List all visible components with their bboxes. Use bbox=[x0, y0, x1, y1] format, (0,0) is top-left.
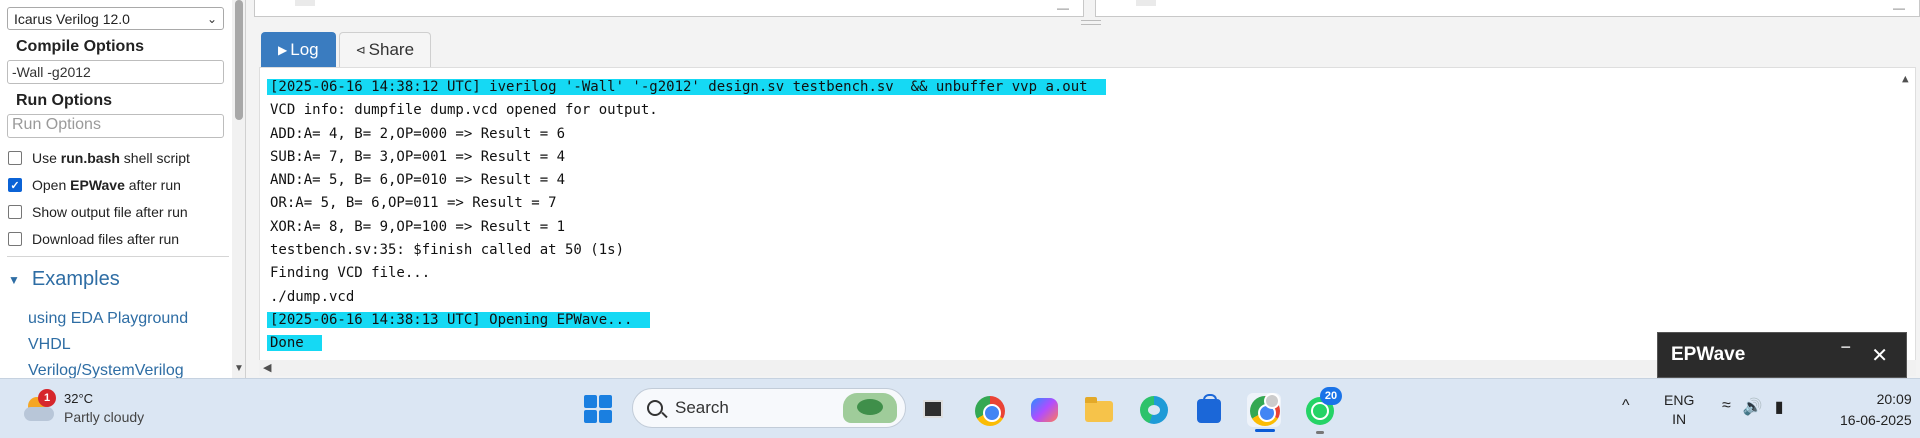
weather-partly-cloudy-icon: 1 bbox=[22, 389, 56, 425]
chrome-profile-icon[interactable] bbox=[1247, 393, 1281, 427]
log-scrollbar[interactable]: ▲ bbox=[1898, 68, 1915, 362]
sidebar-divider bbox=[7, 256, 229, 257]
log-output[interactable]: [2025-06-16 14:38:12 UTC] iverilog '-Wal… bbox=[259, 67, 1916, 363]
close-icon[interactable]: ✕ bbox=[1871, 343, 1888, 368]
example-link-eda-playground[interactable]: using EDA Playground bbox=[28, 310, 188, 328]
compile-options-input[interactable]: -Wall -g2012 bbox=[7, 60, 224, 84]
checkbox-open-epwave[interactable]: ✓ Open EPWave after run bbox=[8, 177, 181, 193]
log-line: ./dump.vcd bbox=[270, 288, 355, 305]
windows-start-icon[interactable] bbox=[584, 395, 614, 425]
show-hidden-icons-chevron-icon[interactable]: ^ bbox=[1622, 397, 1630, 415]
microsoft-store-icon[interactable] bbox=[1192, 393, 1226, 427]
log-line: ADD:A= 4, B= 2,OP=000 => Result = 6 bbox=[270, 125, 566, 142]
whatsapp-badge: 20 bbox=[1320, 387, 1342, 405]
editor-tab-stub bbox=[295, 0, 315, 6]
battery-icon[interactable]: ▮ bbox=[1775, 397, 1784, 417]
search-icon bbox=[647, 400, 663, 416]
run-options-input[interactable]: Run Options bbox=[7, 114, 224, 138]
minimize-icon[interactable]: − bbox=[1840, 337, 1851, 358]
log-line: [2025-06-16 14:38:12 UTC] iverilog '-Wal… bbox=[267, 76, 1915, 99]
examples-toggle[interactable]: ▼ Examples bbox=[8, 268, 120, 291]
volume-icon[interactable]: 🔊 bbox=[1743, 397, 1763, 417]
system-tray[interactable]: ≈ 🔊 ▮ bbox=[1722, 397, 1796, 417]
scroll-left-arrow-icon[interactable]: ◀ bbox=[263, 361, 271, 374]
log-line: XOR:A= 8, B= 9,OP=100 => Result = 1 bbox=[270, 218, 566, 235]
epwave-title: EPWave bbox=[1671, 344, 1746, 365]
running-app-indicator bbox=[1316, 431, 1324, 434]
search-highlight-image bbox=[843, 393, 897, 423]
design-editor-panel[interactable]: — bbox=[254, 0, 1084, 17]
checkbox-label: Show output file after run bbox=[32, 204, 188, 220]
checkbox-label: Use run.bash shell script bbox=[32, 150, 190, 166]
lang-region: IN bbox=[1672, 411, 1687, 427]
weather-widget[interactable]: 1 32°C Partly cloudy bbox=[22, 389, 144, 427]
example-link-verilog[interactable]: Verilog/SystemVerilog bbox=[28, 362, 184, 378]
checkbox-run-bash[interactable]: Use run.bash shell script bbox=[8, 150, 190, 166]
tab-log[interactable]: ▶ Log bbox=[261, 32, 336, 67]
copilot-icon[interactable] bbox=[1027, 393, 1061, 427]
checkbox-box[interactable] bbox=[8, 151, 22, 165]
scroll-down-arrow-icon[interactable]: ▼ bbox=[234, 363, 244, 374]
checkbox-show-output[interactable]: Show output file after run bbox=[8, 204, 188, 220]
clock-time: 20:09 bbox=[1876, 391, 1912, 407]
checkbox-label: Download files after run bbox=[32, 231, 180, 247]
lang-code: ENG bbox=[1664, 392, 1695, 408]
log-line: OR:A= 5, B= 6,OP=011 => Result = 7 bbox=[270, 195, 557, 212]
weather-badge: 1 bbox=[38, 389, 56, 407]
log-line: testbench.sv:35: $finish called at 50 (1… bbox=[270, 242, 625, 259]
left-sidebar: Icarus Verilog 12.0 ⌄ Compile Options -W… bbox=[0, 0, 246, 378]
minimize-icon[interactable]: — bbox=[1057, 1, 1069, 15]
panel-splitter-handle[interactable] bbox=[1081, 20, 1101, 25]
chrome-icon[interactable] bbox=[972, 393, 1006, 427]
screen: Icarus Verilog 12.0 ⌄ Compile Options -W… bbox=[0, 0, 1920, 438]
tab-share-label: Share bbox=[368, 40, 415, 59]
output-tabs: ▶ Log ⊲ Share bbox=[261, 32, 434, 67]
scroll-up-arrow-icon[interactable]: ▲ bbox=[1902, 72, 1909, 85]
windows-taskbar: 1 32°C Partly cloudy Search 20 ^ ENG IN … bbox=[0, 378, 1920, 438]
file-explorer-icon[interactable] bbox=[1082, 393, 1116, 427]
editor-tab-stub bbox=[1136, 0, 1156, 6]
examples-heading: Examples bbox=[31, 268, 120, 290]
checkbox-box[interactable] bbox=[8, 205, 22, 219]
simulator-select-value: Icarus Verilog 12.0 bbox=[14, 10, 130, 27]
wifi-icon[interactable]: ≈ bbox=[1722, 397, 1731, 417]
log-line: SUB:A= 7, B= 3,OP=001 => Result = 4 bbox=[270, 148, 566, 165]
clock-date: 16-06-2025 bbox=[1840, 412, 1912, 428]
tab-log-label: Log bbox=[290, 40, 319, 59]
log-line: Finding VCD file... bbox=[270, 265, 431, 282]
weather-temp: 32°C bbox=[64, 391, 94, 406]
caret-down-icon: ▼ bbox=[8, 272, 20, 287]
weather-desc: Partly cloudy bbox=[64, 409, 145, 425]
run-options-label: Run Options bbox=[16, 92, 112, 109]
clock[interactable]: 20:09 16-06-2025 bbox=[1840, 389, 1912, 431]
log-line: VCD info: dumpfile dump.vcd opened for o… bbox=[270, 102, 658, 119]
play-circle-icon: ▶ bbox=[278, 43, 288, 57]
log-line: AND:A= 5, B= 6,OP=010 => Result = 4 bbox=[270, 172, 566, 189]
search-label: Search bbox=[675, 398, 729, 417]
testbench-editor-panel[interactable]: — bbox=[1095, 0, 1920, 17]
epwave-popup[interactable]: EPWave − ✕ bbox=[1657, 332, 1907, 378]
active-app-indicator bbox=[1255, 429, 1275, 432]
chevron-down-icon: ⌄ bbox=[206, 11, 217, 26]
task-view-icon[interactable] bbox=[917, 393, 951, 427]
sidebar-scrollbar[interactable]: ▼ bbox=[232, 0, 245, 378]
edge-icon[interactable] bbox=[1137, 393, 1171, 427]
main-area: — — ▶ Log ⊲ Share [2025-06-16 14:38:12 U… bbox=[247, 0, 1920, 378]
checkbox-download-files[interactable]: Download files after run bbox=[8, 231, 179, 247]
compile-options-label: Compile Options bbox=[16, 38, 144, 55]
taskbar-search[interactable]: Search bbox=[632, 388, 906, 428]
log-line: [2025-06-16 14:38:13 UTC] Opening EPWave… bbox=[267, 309, 1915, 332]
scrollbar-thumb[interactable] bbox=[235, 0, 243, 120]
simulator-select[interactable]: Icarus Verilog 12.0 ⌄ bbox=[7, 7, 224, 30]
checkbox-box[interactable] bbox=[8, 232, 22, 246]
language-indicator[interactable]: ENG IN bbox=[1664, 391, 1694, 429]
tab-share[interactable]: ⊲ Share bbox=[338, 32, 432, 67]
minimize-icon[interactable]: — bbox=[1893, 1, 1905, 15]
checkmark-icon[interactable]: ✓ bbox=[8, 178, 22, 192]
example-link-vhdl[interactable]: VHDL bbox=[28, 336, 71, 354]
share-icon: ⊲ bbox=[355, 43, 366, 57]
checkbox-label: Open EPWave after run bbox=[32, 177, 181, 193]
